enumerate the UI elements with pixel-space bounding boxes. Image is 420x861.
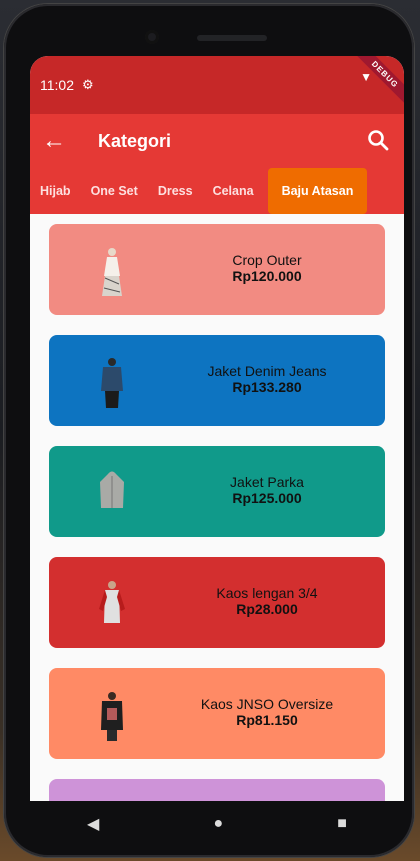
tab-hijab[interactable]: Hijab: [30, 184, 81, 198]
product-name: Jaket Denim Jeans: [207, 363, 327, 379]
crop-outer-thumbnail: [102, 248, 122, 296]
status-bar: 11:02 ⚙ ▼ DEBUG: [30, 56, 404, 114]
system-nav-bar: ◀ ● ■: [30, 801, 404, 847]
product-card[interactable]: Jaket Parka Rp125.000: [49, 446, 385, 537]
speaker-grille: [197, 35, 267, 41]
tab-baju-atasan[interactable]: Baju Atasan: [267, 168, 368, 214]
product-name: Crop Outer: [232, 252, 302, 268]
app-bar: ← Kategori: [30, 114, 404, 168]
tab-celana[interactable]: Celana: [203, 184, 264, 198]
category-tabs: Hijab One Set Dress Celana Baju Atasan: [30, 168, 404, 214]
product-list: Crop Outer Rp120.000 Jaket Denim Jeans R…: [30, 214, 404, 801]
phone-frame: 11:02 ⚙ ▼ DEBUG ← Kategori Hijab One Set…: [4, 4, 414, 857]
status-time: 11:02: [40, 77, 74, 93]
denim-jacket-thumbnail: [101, 358, 123, 408]
product-card[interactable]: Jaket Denim Jeans Rp133.280: [49, 335, 385, 426]
product-price: Rp133.280: [232, 379, 302, 395]
page-title: Kategori: [98, 130, 172, 151]
search-icon[interactable]: [366, 128, 390, 152]
back-arrow-icon[interactable]: ←: [42, 127, 82, 155]
nav-home-icon[interactable]: ●: [213, 815, 223, 833]
product-name: Jaket Parka: [230, 474, 304, 490]
nav-recents-icon[interactable]: ■: [337, 815, 347, 833]
product-price: Rp125.000: [232, 490, 302, 506]
product-price: Rp81.150: [236, 712, 298, 728]
nav-back-icon[interactable]: ◀: [87, 814, 99, 834]
parka-jacket-thumbnail: [100, 471, 124, 508]
product-name: Kaos JNSO Oversize: [200, 696, 334, 712]
tab-dress[interactable]: Dress: [148, 184, 203, 198]
tab-one-set[interactable]: One Set: [81, 184, 148, 198]
product-card[interactable]: Crop Outer Rp120.000: [49, 224, 385, 315]
settings-icon: ⚙: [82, 77, 94, 92]
product-price: Rp120.000: [232, 268, 302, 284]
oversize-tee-thumbnail: [101, 692, 123, 741]
product-card[interactable]: [49, 779, 385, 801]
product-price: Rp28.000: [236, 601, 298, 617]
wifi-icon: ▼: [360, 70, 372, 84]
product-card[interactable]: Kaos JNSO Oversize Rp81.150: [49, 668, 385, 759]
raglan-tee-thumbnail: [99, 581, 125, 623]
camera-icon: [145, 30, 159, 44]
app-screen: 11:02 ⚙ ▼ DEBUG ← Kategori Hijab One Set…: [30, 56, 404, 801]
product-name: Kaos lengan 3/4: [216, 585, 318, 601]
product-card[interactable]: Kaos lengan 3/4 Rp28.000: [49, 557, 385, 648]
